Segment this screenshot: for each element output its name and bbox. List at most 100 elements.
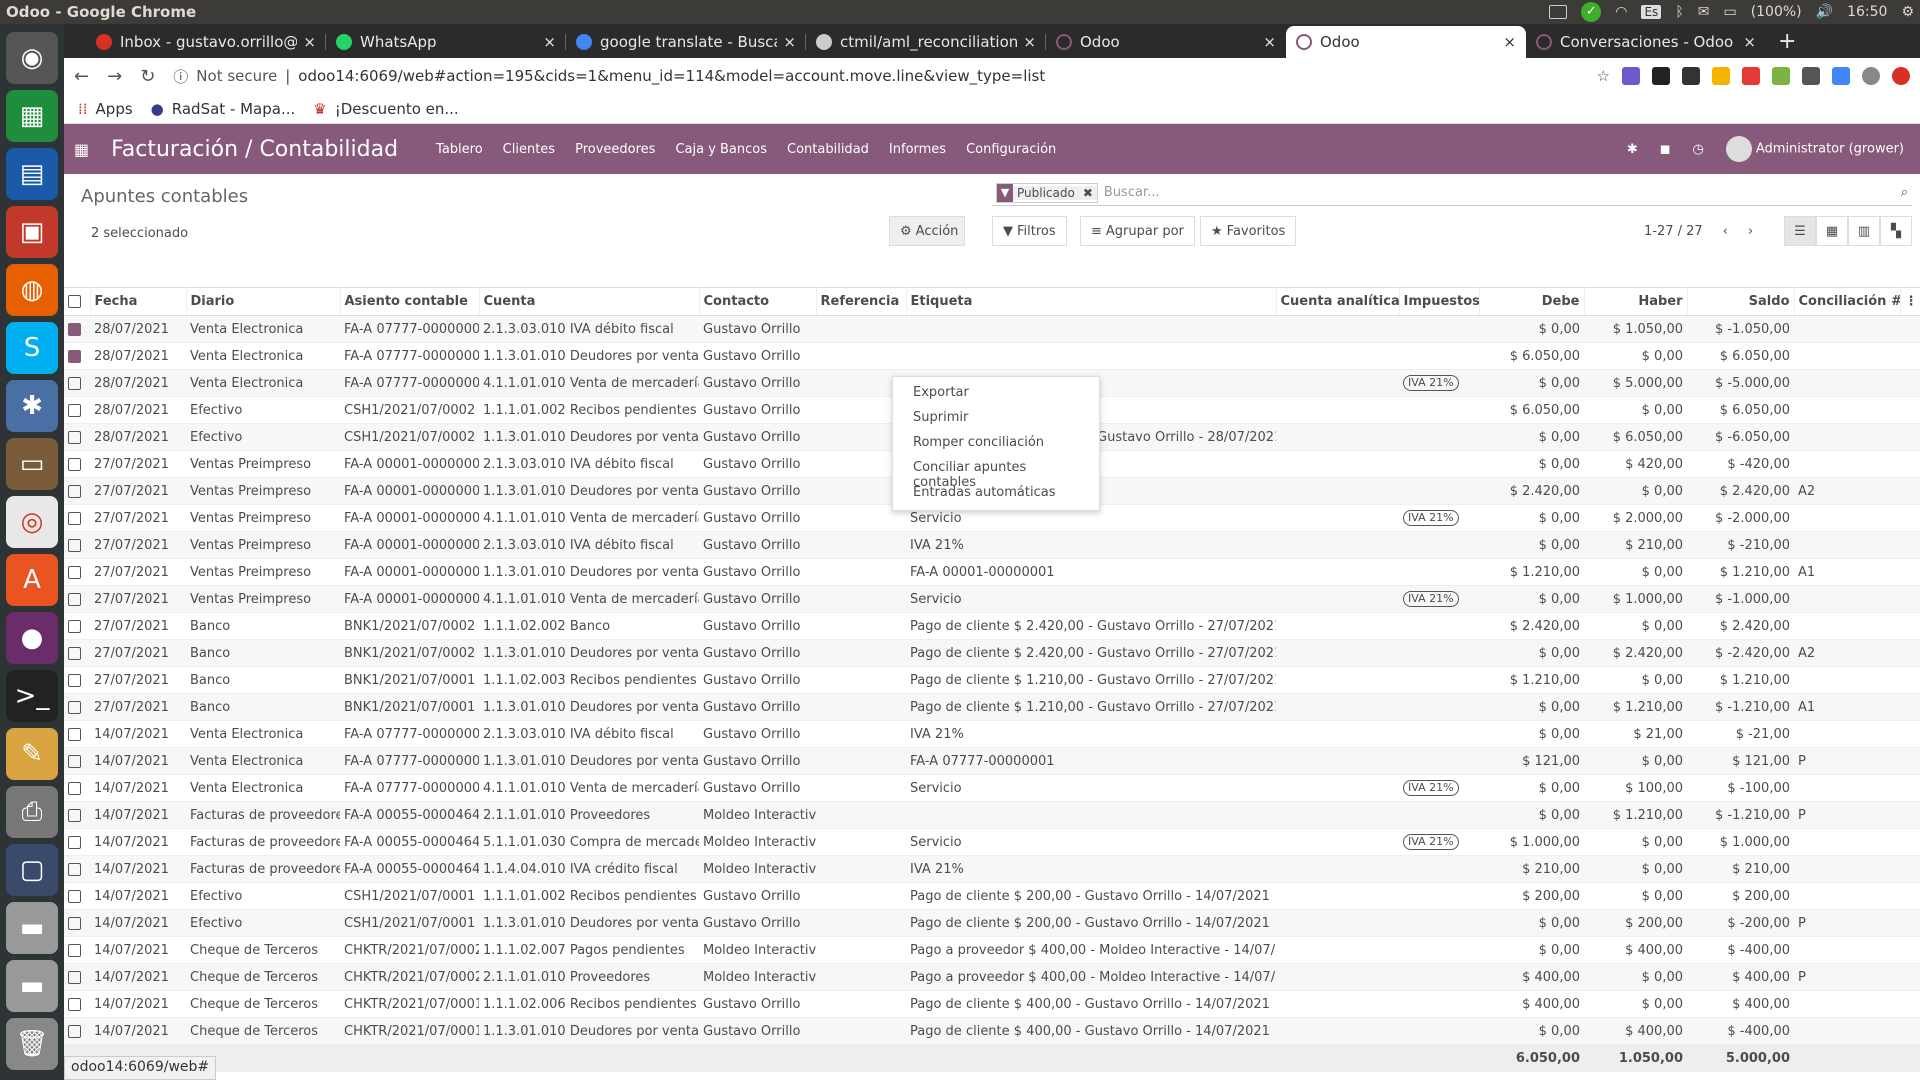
table-row[interactable]: 14/07/2021 Facturas de proveedores FA-A 00… (64, 855, 1920, 883)
unchecked-checkbox[interactable] (68, 592, 81, 606)
extension-icon[interactable] (1832, 67, 1850, 85)
previous-page-icon[interactable]: ‹ (1723, 224, 1728, 239)
skype-icon[interactable]: S (6, 322, 58, 374)
row-checkbox[interactable] (64, 531, 90, 559)
close-icon[interactable]: × (1263, 33, 1276, 51)
menu-item-entradas-automaticas[interactable]: Entradas automáticas (893, 481, 1099, 506)
row-checkbox[interactable] (64, 396, 90, 424)
table-row[interactable]: 14/07/2021 Cheque de Terceros CHKTR/2021/0… (64, 1017, 1920, 1045)
row-checkbox[interactable] (64, 477, 90, 505)
firefox-icon[interactable]: ◍ (6, 264, 58, 316)
new-tab-button[interactable]: + (1766, 29, 1808, 58)
close-icon[interactable]: × (1023, 33, 1036, 51)
system-tools-icon[interactable]: ✱ (6, 380, 58, 432)
table-row[interactable]: 14/07/2021 Cheque de Terceros CHKTR/2021/0… (64, 963, 1920, 991)
row-checkbox[interactable] (64, 369, 90, 397)
battery-icon[interactable]: ▭ (1723, 4, 1736, 20)
dash-icon[interactable]: ◉ (6, 32, 58, 84)
table-row[interactable]: 14/07/2021 Cheque de Terceros CHKTR/2021/0… (64, 936, 1920, 964)
extension-icon[interactable] (1682, 67, 1700, 85)
action-button[interactable]: ⚙ Acción (889, 216, 965, 246)
unchecked-checkbox[interactable] (68, 457, 81, 471)
address-bar[interactable]: ⓘ Not secure | odoo14:6069/web#action=19… (173, 66, 1578, 87)
table-row[interactable]: 14/07/2021 Venta Electronica FA-A 07777-00… (64, 747, 1920, 775)
row-checkbox[interactable] (64, 828, 90, 856)
menu-contabilidad[interactable]: Contabilidad (787, 142, 869, 157)
list-view-icon[interactable]: ☰ (1784, 216, 1816, 246)
back-icon[interactable]: ← (74, 66, 89, 87)
unchecked-checkbox[interactable] (68, 943, 81, 957)
col-cuenta-analitica[interactable]: Cuenta analítica (1276, 287, 1400, 316)
table-row[interactable]: 27/07/2021 Banco BNK1/2021/07/0002 1.1.1.02… (64, 612, 1920, 640)
unchecked-checkbox[interactable] (68, 646, 81, 660)
col-asiento[interactable]: Asiento contable (340, 287, 480, 316)
close-icon[interactable]: × (1503, 33, 1516, 51)
table-row[interactable]: 27/07/2021 Banco BNK1/2021/07/0001 1.1.3.01… (64, 693, 1920, 721)
row-checkbox[interactable] (64, 585, 90, 613)
optional-columns-icon[interactable]: ⋮ (1900, 287, 1920, 316)
next-page-icon[interactable]: › (1748, 224, 1753, 239)
tab-odoo-1[interactable]: Odoo × (1046, 26, 1286, 58)
settings-gear-icon[interactable]: ⚙ (1901, 4, 1914, 20)
checked-checkbox[interactable] (68, 349, 81, 363)
col-debe[interactable]: Debe (1479, 287, 1585, 316)
writer-icon[interactable]: ▤ (6, 148, 58, 200)
bookmark-radsat[interactable]: ● RadSat - Mapa... (151, 100, 296, 118)
forward-icon[interactable]: → (107, 66, 122, 87)
select-all-checkbox[interactable] (64, 287, 91, 316)
close-icon[interactable]: × (303, 33, 316, 51)
drive-2-icon[interactable]: ▬ (6, 960, 58, 1012)
unchecked-checkbox[interactable] (68, 781, 81, 795)
debug-bug-icon[interactable]: ✱ (1627, 142, 1638, 157)
checked-checkbox[interactable] (68, 322, 81, 336)
group-by-button[interactable]: ≡ Agrupar por (1080, 216, 1195, 246)
favorites-button[interactable]: ★ Favoritos (1200, 216, 1297, 246)
tab-conversaciones[interactable]: Conversaciones - Odoo × (1526, 26, 1766, 58)
tab-whatsapp[interactable]: WhatsApp × (326, 26, 566, 58)
row-checkbox[interactable] (64, 666, 90, 694)
table-row[interactable]: 14/07/2021 Venta Electronica FA-A 07777-00… (64, 720, 1920, 748)
row-checkbox[interactable] (64, 315, 90, 343)
menu-informes[interactable]: Informes (889, 142, 946, 157)
unchecked-checkbox[interactable] (68, 619, 81, 633)
extension-icon[interactable] (1802, 67, 1820, 85)
table-row[interactable]: 14/07/2021 Cheque de Terceros CHKTR/2021/0… (64, 990, 1920, 1018)
table-row[interactable]: 27/07/2021 Banco BNK1/2021/07/0002 1.1.3.01… (64, 639, 1920, 667)
mail-icon[interactable]: ✉ (1698, 4, 1710, 20)
text-editor-icon[interactable]: ✎ (6, 728, 58, 780)
unchecked-checkbox[interactable] (68, 862, 81, 876)
row-checkbox[interactable] (64, 612, 90, 640)
col-etiqueta[interactable]: Etiqueta (906, 287, 1277, 316)
activity-clock-icon[interactable]: ◷ (1693, 142, 1704, 157)
wifi-icon[interactable]: ◠ (1615, 4, 1627, 20)
user-menu[interactable]: Administrator (grower) (1725, 136, 1904, 162)
extension-icon[interactable] (1622, 67, 1640, 85)
volume-icon[interactable]: 🔊 (1816, 4, 1833, 20)
unchecked-checkbox[interactable] (68, 970, 81, 984)
unchecked-checkbox[interactable] (68, 754, 81, 768)
kanban-view-icon[interactable]: ▚ (1880, 216, 1912, 246)
url-text[interactable]: odoo14:6069/web#action=195&cids=1&menu_i… (298, 67, 1045, 85)
row-checkbox[interactable] (64, 450, 90, 478)
menu-item-exportar[interactable]: Exportar (893, 381, 1099, 406)
impress-icon[interactable]: ▣ (6, 206, 58, 258)
row-checkbox[interactable] (64, 639, 90, 667)
pager-value[interactable]: 1-27 / 27 (1644, 224, 1703, 239)
table-row[interactable]: 14/07/2021 Efectivo CSH1/2021/07/0001 1.1.1… (64, 882, 1920, 910)
extension-icon[interactable] (1712, 67, 1730, 85)
close-icon[interactable]: × (543, 33, 556, 51)
unchecked-checkbox[interactable] (68, 700, 81, 714)
unchecked-checkbox[interactable] (68, 1024, 81, 1038)
software-center-icon[interactable]: A (6, 554, 58, 606)
info-icon[interactable]: ⓘ (173, 66, 188, 87)
unchecked-checkbox[interactable] (68, 835, 81, 849)
clock[interactable]: 16:50 (1847, 4, 1887, 20)
table-row[interactable]: 14/07/2021 Efectivo CSH1/2021/07/0001 1.1.3… (64, 909, 1920, 937)
row-checkbox[interactable] (64, 855, 90, 883)
bluetooth-icon[interactable]: ᛒ (1675, 4, 1683, 20)
drive-icon[interactable]: ▬ (6, 902, 58, 954)
sync-ok-icon[interactable]: ✓ (1581, 2, 1602, 22)
row-checkbox[interactable] (64, 558, 90, 586)
unchecked-checkbox[interactable] (68, 565, 81, 579)
col-diario[interactable]: Diario (186, 287, 341, 316)
